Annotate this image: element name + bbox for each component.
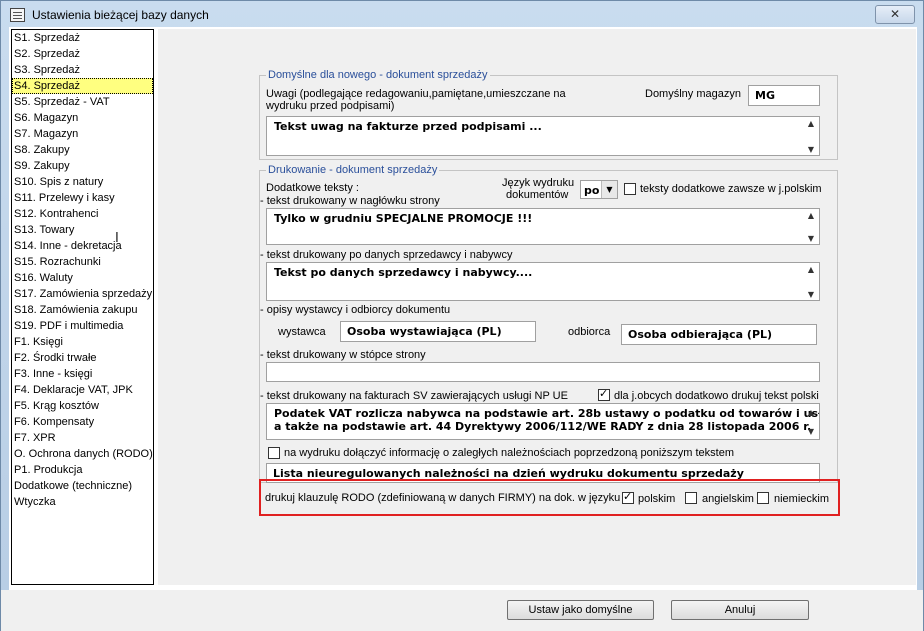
extra-texts-label: Dodatkowe teksty : (266, 182, 359, 194)
sidebar-item[interactable]: S4. Sprzedaż (12, 78, 153, 94)
sidebar-item[interactable]: F1. Księgi (12, 334, 153, 350)
sidebar-item[interactable]: O. Ochrona danych (RODO) (12, 446, 153, 462)
rodo-label: drukuj klauzulę RODO (zdefiniowaną w dan… (265, 492, 621, 504)
np-ue-textarea[interactable]: Podatek VAT rozlicza nabywca na podstawi… (266, 403, 820, 440)
chevron-down-icon[interactable]: ▼ (601, 181, 617, 198)
scroll-up-icon[interactable]: ▲ (805, 406, 817, 419)
issuer-field[interactable]: Osoba wystawiająca (PL) (340, 321, 536, 342)
sidebar-item[interactable]: S13. Towary (12, 222, 153, 238)
sidebar-item[interactable]: S6. Magazyn (12, 110, 153, 126)
footer-text-label: - tekst drukowany w stópce strony (260, 349, 426, 361)
warehouse-field[interactable]: MG (748, 85, 820, 106)
sidebar-item[interactable]: S1. Sprzedaż (12, 30, 153, 46)
after-parties-text: Tekst po danych sprzedawcy i nabywcy.... (274, 266, 533, 279)
button-bar: Ustaw jako domyślne Anuluj (1, 590, 923, 631)
issuer-label: wystawca (278, 326, 326, 338)
after-parties-label: - tekst drukowany po danych sprzedawcy i… (260, 249, 513, 261)
defaults-group-legend: Domyślne dla nowego - dokument sprzedaży (266, 69, 490, 81)
settings-category-list[interactable]: S1. Sprzedaż S2. Sprzedaż S3. Sprzedaż S4. … (11, 29, 154, 585)
sidebar-item[interactable]: F4. Deklaracje VAT, JPK (12, 382, 153, 398)
sidebar-item[interactable]: S15. Rozrachunki (12, 254, 153, 270)
sidebar-item[interactable]: F7. XPR (12, 430, 153, 446)
rodo-polish-checkbox[interactable] (622, 490, 634, 504)
scroll-down-icon[interactable]: ▼ (805, 145, 817, 154)
close-button[interactable]: ✕ (875, 5, 915, 24)
sidebar-item[interactable]: S12. Kontrahenci (12, 206, 153, 222)
rodo-english-checkbox[interactable] (685, 492, 697, 504)
overdue-checkbox[interactable] (268, 447, 280, 459)
np-ue-line-1: Podatek VAT rozlicza nabywca na podstawi… (274, 407, 820, 420)
foreign-polish-checkbox[interactable] (598, 387, 610, 401)
language-value: po (584, 184, 600, 197)
sidebar-item[interactable]: S10. Spis z natury (12, 174, 153, 190)
header-text-label: - tekst drukowany w nagłówku strony (260, 195, 440, 207)
sidebar-item[interactable]: S3. Sprzedaż (12, 62, 153, 78)
scroll-down-icon[interactable]: ▼ (805, 290, 817, 299)
always-polish-checkbox[interactable] (624, 183, 636, 195)
scroll-up-icon[interactable]: ▲ (805, 119, 817, 128)
rodo-english-label: angielskim (702, 493, 754, 505)
sidebar-item[interactable]: F2. Środki trwałe (12, 350, 153, 366)
rodo-german-checkbox[interactable] (757, 492, 769, 504)
after-parties-textarea[interactable]: Tekst po danych sprzedawcy i nabywcy....… (266, 262, 820, 301)
sidebar-item[interactable]: S2. Sprzedaż (12, 46, 153, 62)
footer-field[interactable] (266, 362, 820, 382)
always-polish-label: teksty dodatkowe zawsze w j.polskim (640, 183, 822, 195)
sidebar-item[interactable]: S7. Magazyn (12, 126, 153, 142)
notes-textarea[interactable]: Tekst uwag na fakturze przed podpisami .… (266, 116, 820, 156)
print-group-legend: Drukowanie - dokument sprzedaży (266, 164, 440, 176)
scroll-down-icon[interactable]: ▼ (805, 425, 817, 438)
np-ue-line-2: a także na podstawie art. 44 Dyrektywy 2… (274, 420, 812, 433)
language-select[interactable]: po ▼ (580, 180, 618, 199)
print-group: Drukowanie - dokument sprzedaży Dodatkow… (259, 164, 838, 483)
issuer-receiver-label: - opisy wystawcy i odbiorcy dokumentu (260, 304, 451, 316)
sidebar-item[interactable]: S18. Zamówienia zakupu (12, 302, 153, 318)
warehouse-label: Domyślny magazyn (645, 88, 741, 100)
sidebar-item[interactable]: S19. PDF i multimedia (12, 318, 153, 334)
sidebar-item[interactable]: F3. Inne - księgi (12, 366, 153, 382)
settings-window: Ustawienia bieżącej bazy danych ✕ S1. Sp… (0, 0, 924, 631)
header-textarea[interactable]: Tylko w grudniu SPECJALNE PROMOCJE !!! ▲… (266, 208, 820, 245)
rodo-german-label: niemieckim (774, 493, 830, 505)
notes-label: Uwagi (podlegające redagowaniu,pamiętane… (266, 88, 566, 100)
window-title: Ustawienia bieżącej bazy danych (32, 8, 209, 22)
overdue-label: na wydruku dołączyć informację o zaległy… (284, 447, 735, 459)
language-label-2: dokumentów (506, 189, 569, 201)
rodo-polish-label: polskim (638, 493, 676, 505)
sidebar-item[interactable]: S14. Inne - dekretacja (12, 238, 153, 254)
sidebar-item[interactable]: S5. Sprzedaż - VAT (12, 94, 153, 110)
notes-label-2: wydruku przed podpisami) (266, 100, 395, 112)
sidebar-item[interactable]: Dodatkowe (techniczne) (12, 478, 153, 494)
sidebar-item[interactable]: F5. Krąg kosztów (12, 398, 153, 414)
set-default-button[interactable]: Ustaw jako domyślne (507, 600, 654, 620)
cancel-button[interactable]: Anuluj (671, 600, 809, 620)
receiver-field[interactable]: Osoba odbierająca (PL) (621, 324, 817, 345)
sidebar-item[interactable]: F6. Kompensaty (12, 414, 153, 430)
settings-icon (10, 8, 25, 22)
language-label: Język wydruku (502, 177, 575, 189)
foreign-polish-label: dla j.obcych dodatkowo drukuj tekst pols… (614, 390, 819, 402)
sidebar-item[interactable]: S16. Waluty (12, 270, 153, 286)
sidebar-item[interactable]: S11. Przelewy i kasy (12, 190, 153, 206)
title-bar: Ustawienia bieżącej bazy danych ✕ (1, 1, 923, 29)
np-ue-label: - tekst drukowany na fakturach SV zawier… (260, 390, 568, 402)
header-text: Tylko w grudniu SPECJALNE PROMOCJE !!! (274, 212, 533, 225)
sidebar-item[interactable]: P1. Produkcja (12, 462, 153, 478)
scroll-down-icon[interactable]: ▼ (805, 234, 817, 243)
scroll-up-icon[interactable]: ▲ (805, 211, 817, 220)
sidebar-item[interactable]: S17. Zamówienia sprzedaży (12, 286, 153, 302)
rodo-highlight: drukuj klauzulę RODO (zdefiniowaną w dan… (259, 479, 840, 516)
scroll-up-icon[interactable]: ▲ (805, 265, 817, 274)
receiver-label: odbiorca (568, 326, 611, 338)
sidebar-item[interactable]: Wtyczka (12, 494, 153, 510)
settings-panel: Domyślne dla nowego - dokument sprzedaży… (158, 29, 916, 585)
sidebar-item[interactable]: S9. Zakupy (12, 158, 153, 174)
text-cursor-icon: I (115, 231, 119, 246)
defaults-group: Domyślne dla nowego - dokument sprzedaży… (259, 69, 838, 160)
notes-text: Tekst uwag na fakturze przed podpisami .… (274, 120, 542, 133)
sidebar-item[interactable]: S8. Zakupy (12, 142, 153, 158)
